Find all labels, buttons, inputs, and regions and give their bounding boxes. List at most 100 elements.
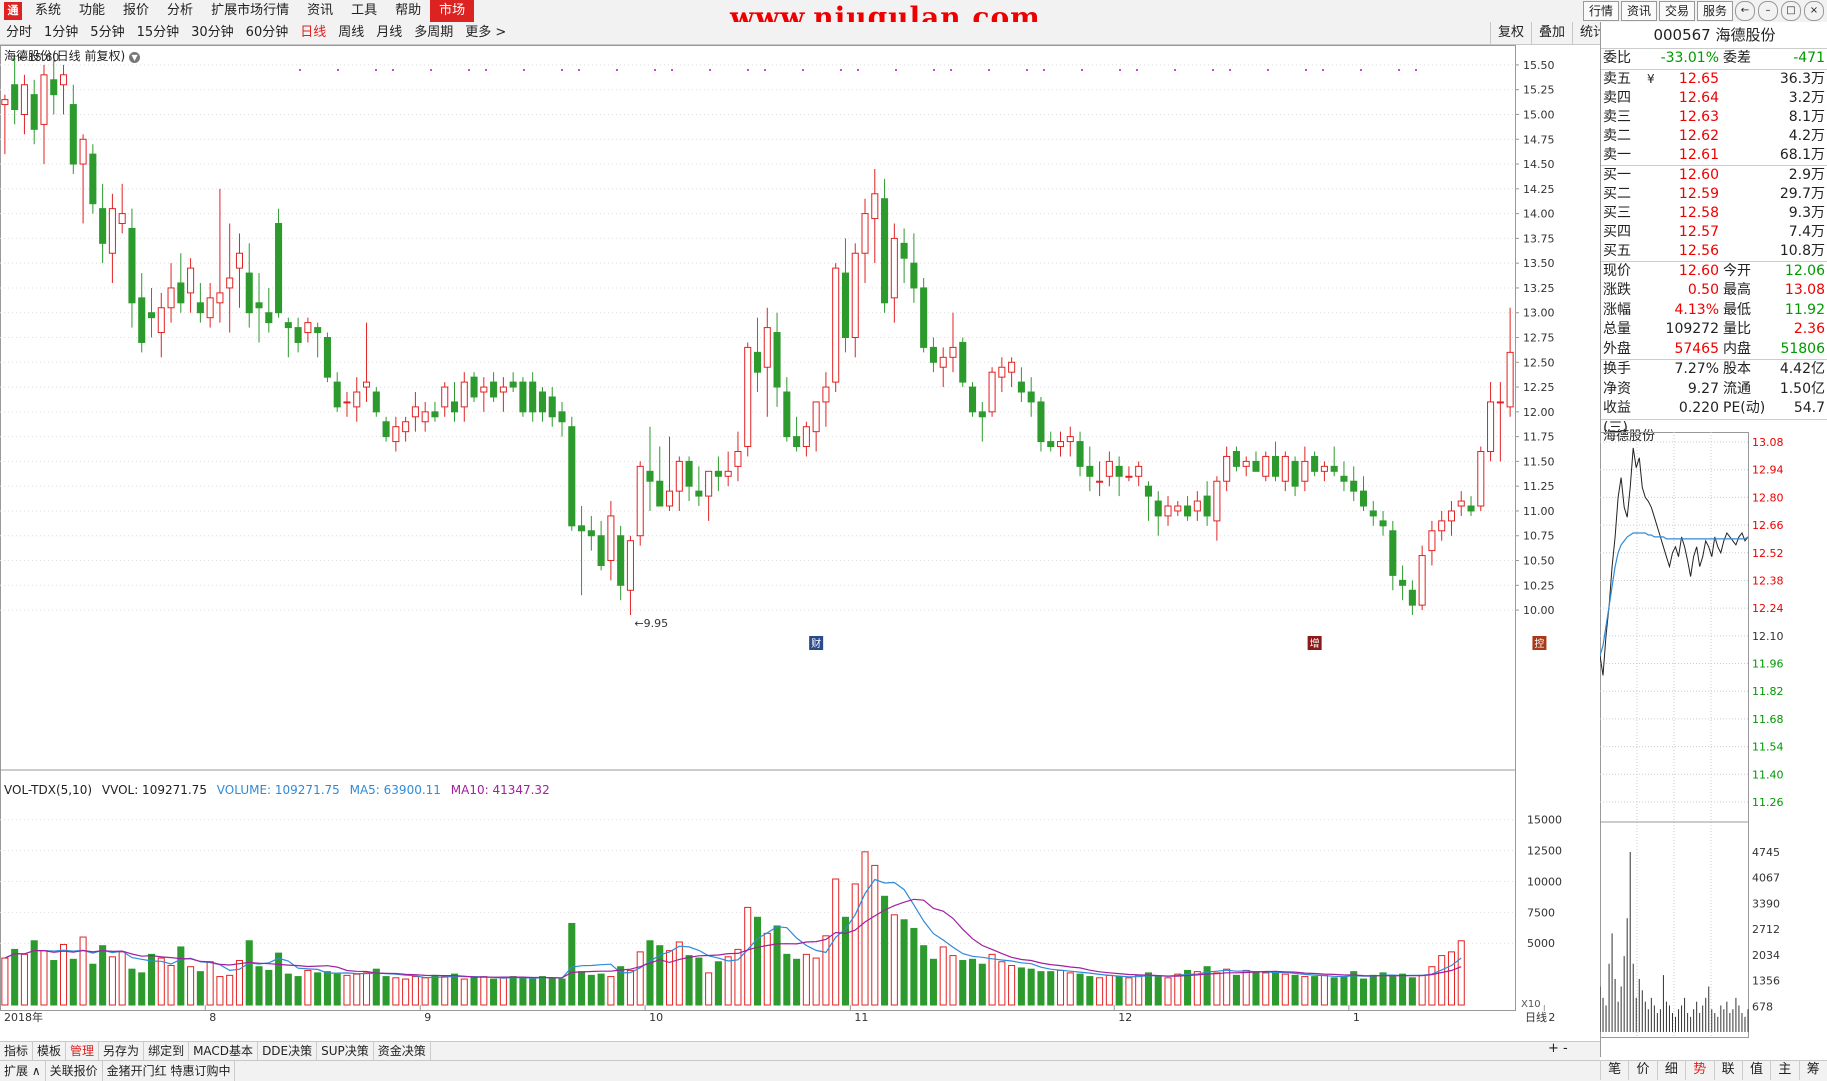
right-tab-3[interactable]: 势 (1685, 1060, 1713, 1080)
candle (734, 431, 742, 482)
period-tab-9[interactable]: 多周期 (408, 22, 459, 44)
candle (910, 233, 918, 303)
period-tab-4[interactable]: 30分钟 (185, 22, 240, 44)
right-tab-4[interactable]: 联 (1713, 1060, 1742, 1080)
back-icon[interactable]: ← (1735, 1, 1755, 21)
menu-item-6[interactable]: 工具 (342, 0, 386, 22)
status-tab-1[interactable]: 关联报价 (46, 1061, 103, 1081)
top-button-2[interactable]: 交易 (1658, 1, 1695, 21)
signal-dot (1398, 69, 1400, 71)
indicator-tab-5[interactable]: MACD基本 (189, 1042, 259, 1060)
ask-row[interactable]: 卖三 12.63 8.1万 (1601, 108, 1827, 127)
indicator-tab-4[interactable]: 绑定到 (144, 1042, 190, 1060)
bid-row[interactable]: 买四 12.57 7.4万 (1601, 223, 1827, 242)
indicator-tab-2[interactable]: 管理 (66, 1042, 100, 1060)
event-marker[interactable]: 控 (1532, 636, 1547, 650)
kline-chart[interactable]: 15.50 15.25 15.00 14.75 14.50 14.25 14.00 13.75… (0, 45, 1600, 1057)
event-marker[interactable]: 增 (1307, 636, 1322, 650)
candle (929, 337, 937, 373)
right-tab-7[interactable]: 筹 (1798, 1060, 1827, 1080)
candle (1320, 461, 1328, 482)
bid-row[interactable]: 买一 12.60 2.9万 (1601, 166, 1827, 185)
top-button-1[interactable]: 资讯 (1620, 1, 1657, 21)
menu-item-2[interactable]: 报价 (114, 0, 158, 22)
period-tab-3[interactable]: 15分钟 (131, 22, 186, 44)
chart-tool-1[interactable]: 叠加 (1530, 22, 1572, 44)
period-tab-6[interactable]: 日线 (294, 22, 332, 44)
ask-row[interactable]: 卖一 12.61 68.1万 (1601, 146, 1827, 165)
menu-item-3[interactable]: 分析 (158, 0, 202, 22)
menu-item-1[interactable]: 功能 (70, 0, 114, 22)
volume-bar (1037, 971, 1045, 1006)
bid-volume: 9.3万 (1788, 204, 1825, 221)
candle (1311, 451, 1319, 477)
right-tab-2[interactable]: 细 (1656, 1060, 1685, 1080)
candle (69, 84, 77, 174)
menu-item-0[interactable]: 系统 (26, 0, 70, 22)
period-tab-10[interactable]: 更多 > (459, 22, 512, 44)
top-button-3[interactable]: 服务 (1696, 1, 1733, 21)
event-marker[interactable]: 财 (809, 636, 824, 650)
volume-bar (509, 976, 517, 1006)
volume-bar (421, 977, 429, 1006)
ask-row[interactable]: 卖五 ¥12.65 36.3万 (1601, 70, 1827, 89)
candle (675, 456, 683, 511)
right-tab-6[interactable]: 主 (1770, 1060, 1798, 1080)
stat-row: 收益(三) 0.220 PE(动) 54.7 (1601, 399, 1827, 436)
indicator-tab-0[interactable]: 指标 (0, 1042, 34, 1060)
candle (147, 287, 156, 338)
volume-bar (441, 976, 449, 1006)
vol-ma5: MA5: 63900.11 (349, 783, 441, 797)
menu-item-5[interactable]: 资讯 (298, 0, 342, 22)
close-icon[interactable]: × (1804, 1, 1824, 21)
menu-item-4[interactable]: 扩展市场行情 (202, 0, 298, 22)
period-tab-2[interactable]: 5分钟 (84, 22, 130, 44)
ask-row[interactable]: 卖四 12.64 3.2万 (1601, 89, 1827, 108)
kline-title-text: 海德股份(日线 前复权) (4, 49, 126, 63)
right-tab-5[interactable]: 值 (1741, 1060, 1770, 1080)
status-tab-2[interactable]: 金猪开门红 特惠订购中 (103, 1061, 236, 1081)
indicator-tab-7[interactable]: SUP决策 (317, 1042, 374, 1060)
chart-tool-0[interactable]: 复权 (1489, 22, 1531, 44)
maximize-icon[interactable]: □ (1781, 1, 1801, 21)
candle (812, 401, 820, 452)
period-tab-5[interactable]: 60分钟 (240, 22, 295, 44)
volume-bar (1144, 972, 1152, 1006)
top-button-0[interactable]: 行情 (1582, 1, 1619, 21)
indicator-tab-3[interactable]: 另存为 (99, 1042, 145, 1060)
volume-bar (284, 973, 292, 1006)
candle (284, 317, 292, 358)
bid-row[interactable]: 买三 12.58 9.3万 (1601, 204, 1827, 223)
bid-row[interactable]: 买二 12.59 29.7万 (1601, 185, 1827, 204)
candle (1184, 496, 1192, 521)
chevron-down-icon[interactable]: ▼ (129, 52, 141, 63)
zoom-buttons[interactable]: + - (1548, 1041, 1568, 1056)
period-tab-8[interactable]: 月线 (370, 22, 408, 44)
date-label: 10 (649, 1011, 663, 1024)
volume-bar (392, 977, 400, 1006)
candle (1428, 520, 1436, 566)
volume-bar (1017, 967, 1025, 1006)
stat-label: 总量 (1603, 321, 1631, 337)
period-tab-0[interactable]: 分时 (0, 22, 38, 44)
right-tab-1[interactable]: 价 (1628, 1060, 1656, 1080)
currency-icon: ¥ (1647, 71, 1655, 86)
signal-dot (1043, 69, 1045, 71)
indicator-tab-6[interactable]: DDE决策 (258, 1042, 318, 1060)
right-tab-0[interactable]: 笔 (1600, 1060, 1628, 1080)
candle (1223, 446, 1231, 492)
status-tab-0[interactable]: 扩展 ∧ (0, 1061, 46, 1081)
bid-row[interactable]: 买五 12.56 10.8万 (1601, 242, 1827, 261)
intraday-chart[interactable]: 13.08 12.94 12.80 12.66 12.52 12.38 12.24 12.10… (1600, 432, 1827, 1057)
candle (1105, 451, 1113, 487)
menu-item-8[interactable]: 市场 (430, 0, 475, 22)
signal-dot (1174, 69, 1176, 71)
signal-dot (337, 69, 339, 71)
period-tab-7[interactable]: 周线 (332, 22, 370, 44)
indicator-tab-1[interactable]: 模板 (33, 1042, 67, 1060)
period-tab-1[interactable]: 1分钟 (38, 22, 84, 44)
ask-row[interactable]: 卖二 12.62 4.2万 (1601, 127, 1827, 146)
minimize-icon[interactable]: – (1758, 1, 1778, 21)
indicator-tab-8[interactable]: 资金决策 (374, 1042, 431, 1060)
menu-item-7[interactable]: 帮助 (386, 0, 430, 22)
